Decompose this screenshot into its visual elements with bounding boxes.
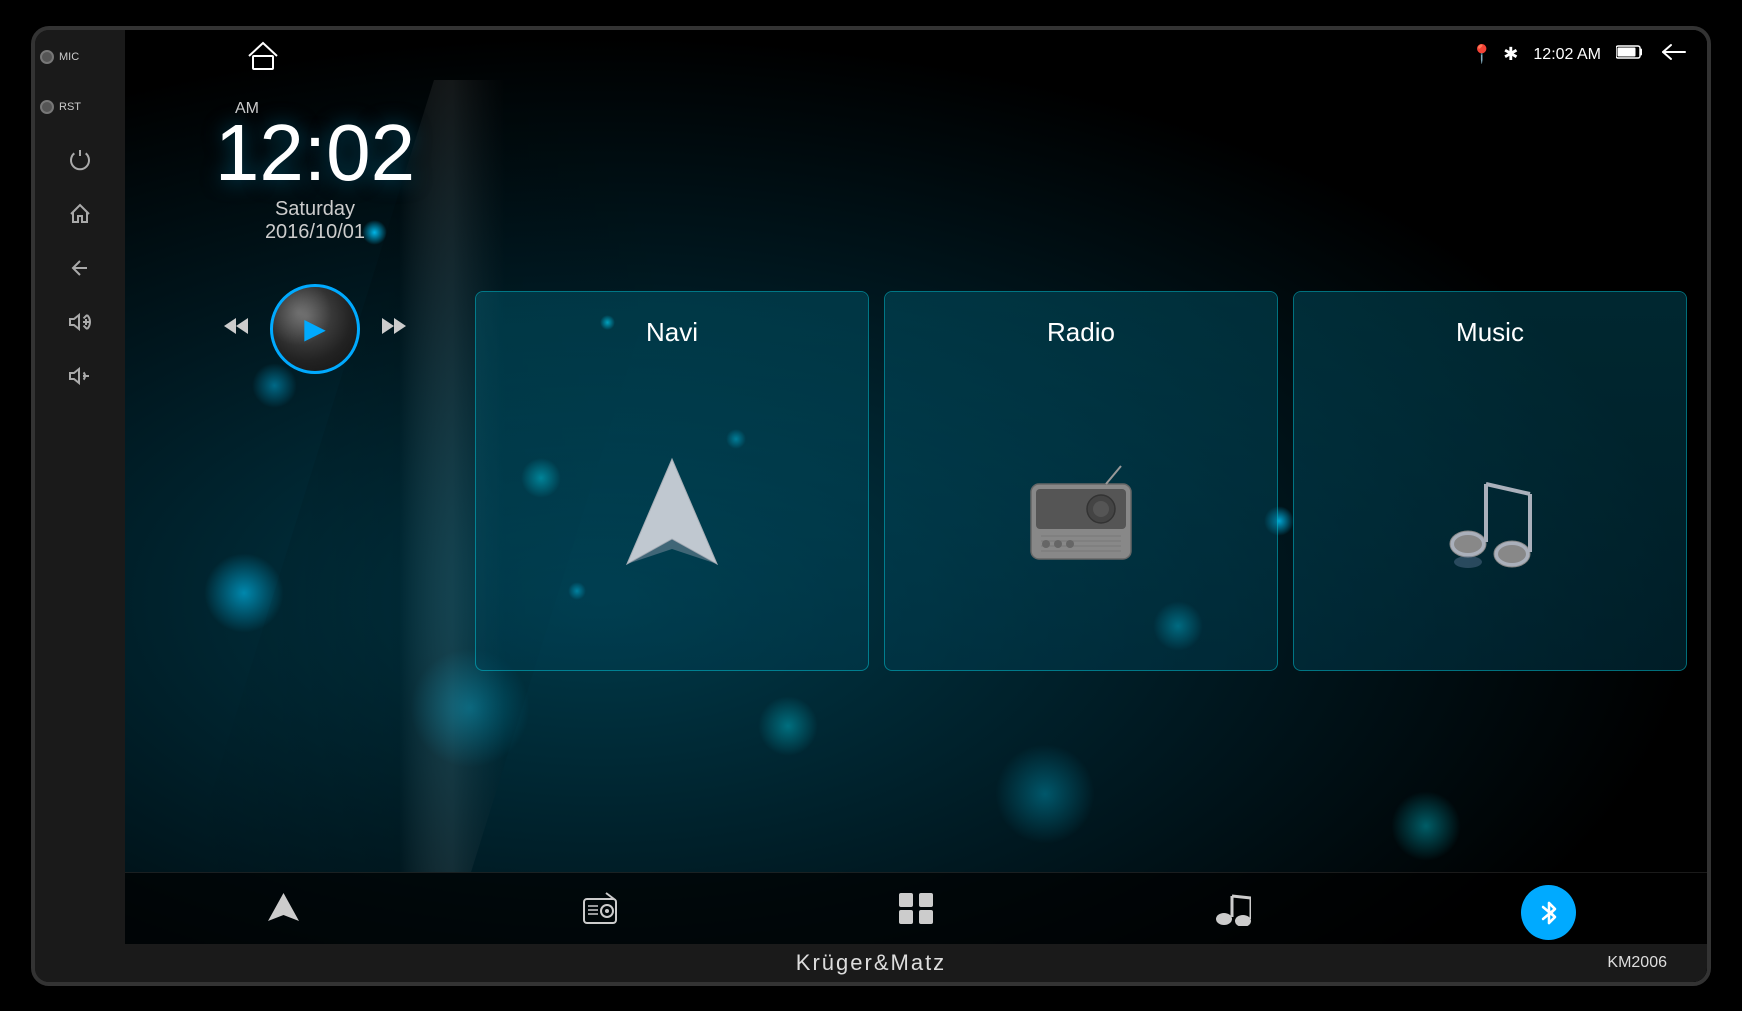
- location-icon: 📍: [1471, 44, 1493, 65]
- status-bar: 📍 ✱ 12:02 AM: [125, 30, 1707, 80]
- status-icons: 📍 ✱: [1471, 44, 1519, 65]
- music-tile-label: Music: [1456, 317, 1524, 348]
- bluetooth-circle: [1521, 885, 1576, 940]
- rst-dot: [40, 100, 54, 114]
- volume-down-button[interactable]: [60, 356, 100, 396]
- clock-time: 12:02: [215, 113, 415, 193]
- home-button[interactable]: [60, 194, 100, 234]
- music-icon: [1440, 459, 1540, 579]
- brand-bar: Krüger&Matz KM2006: [35, 944, 1707, 982]
- battery-icon: [1616, 44, 1644, 65]
- left-physical-panel: MIC RST: [35, 30, 125, 982]
- mic-dot: [40, 50, 54, 64]
- navi-tile-label: Navi: [646, 317, 698, 348]
- rst-text: RST: [59, 101, 81, 113]
- nav-music-icon: [1213, 891, 1251, 934]
- nav-apps-icon: [897, 891, 935, 934]
- bluetooth-status-icon: ✱: [1503, 44, 1518, 65]
- forward-button[interactable]: [380, 315, 408, 343]
- power-button[interactable]: [60, 140, 100, 180]
- nav-navi-icon: [266, 891, 301, 934]
- app-tiles-container: Navi Radio: [475, 100, 1687, 862]
- clock-day: Saturday: [275, 198, 355, 221]
- navi-tile[interactable]: Navi: [475, 291, 869, 671]
- back-button[interactable]: [60, 248, 100, 288]
- media-controls: ▶: [222, 284, 408, 374]
- nav-radio-icon: [581, 891, 619, 934]
- back-arrow-icon[interactable]: [1659, 42, 1687, 68]
- brand-name: Krüger&Matz: [796, 950, 946, 976]
- nav-radio-svg: [581, 891, 619, 926]
- brand-model: KM2006: [1607, 954, 1667, 972]
- radio-tile[interactable]: Radio: [884, 291, 1278, 671]
- navi-icon: [622, 454, 722, 584]
- play-icon: ▶: [304, 312, 326, 345]
- bluetooth-svg: [1537, 899, 1561, 927]
- radio-icon: [1021, 464, 1141, 574]
- clock-date: 2016/10/01: [265, 221, 365, 244]
- music-tile[interactable]: Music: [1293, 291, 1687, 671]
- status-time: 12:02 AM: [1533, 46, 1601, 64]
- navi-tile-icon-area: [622, 368, 722, 670]
- mic-label: MIC: [40, 50, 120, 64]
- nav-apps-svg: [897, 891, 935, 926]
- mic-text: MIC: [59, 51, 79, 63]
- nav-bluetooth-icon: [1521, 885, 1576, 940]
- media-disc[interactable]: ▶: [270, 284, 360, 374]
- radio-tile-label: Radio: [1047, 317, 1115, 348]
- rewind-button[interactable]: [222, 315, 250, 343]
- screen-home-icon[interactable]: [245, 40, 281, 79]
- nav-music-svg: [1213, 891, 1251, 926]
- main-screen: 📍 ✱ 12:02 AM: [125, 30, 1707, 982]
- radio-tile-icon-area: [1021, 368, 1141, 670]
- rst-label: RST: [40, 100, 120, 114]
- clock-area: AM 12:02 Saturday 2016/10/01 ▶: [125, 80, 505, 872]
- music-tile-icon-area: [1440, 368, 1540, 670]
- nav-navi-svg: [266, 891, 301, 926]
- volume-up-button[interactable]: [60, 302, 100, 342]
